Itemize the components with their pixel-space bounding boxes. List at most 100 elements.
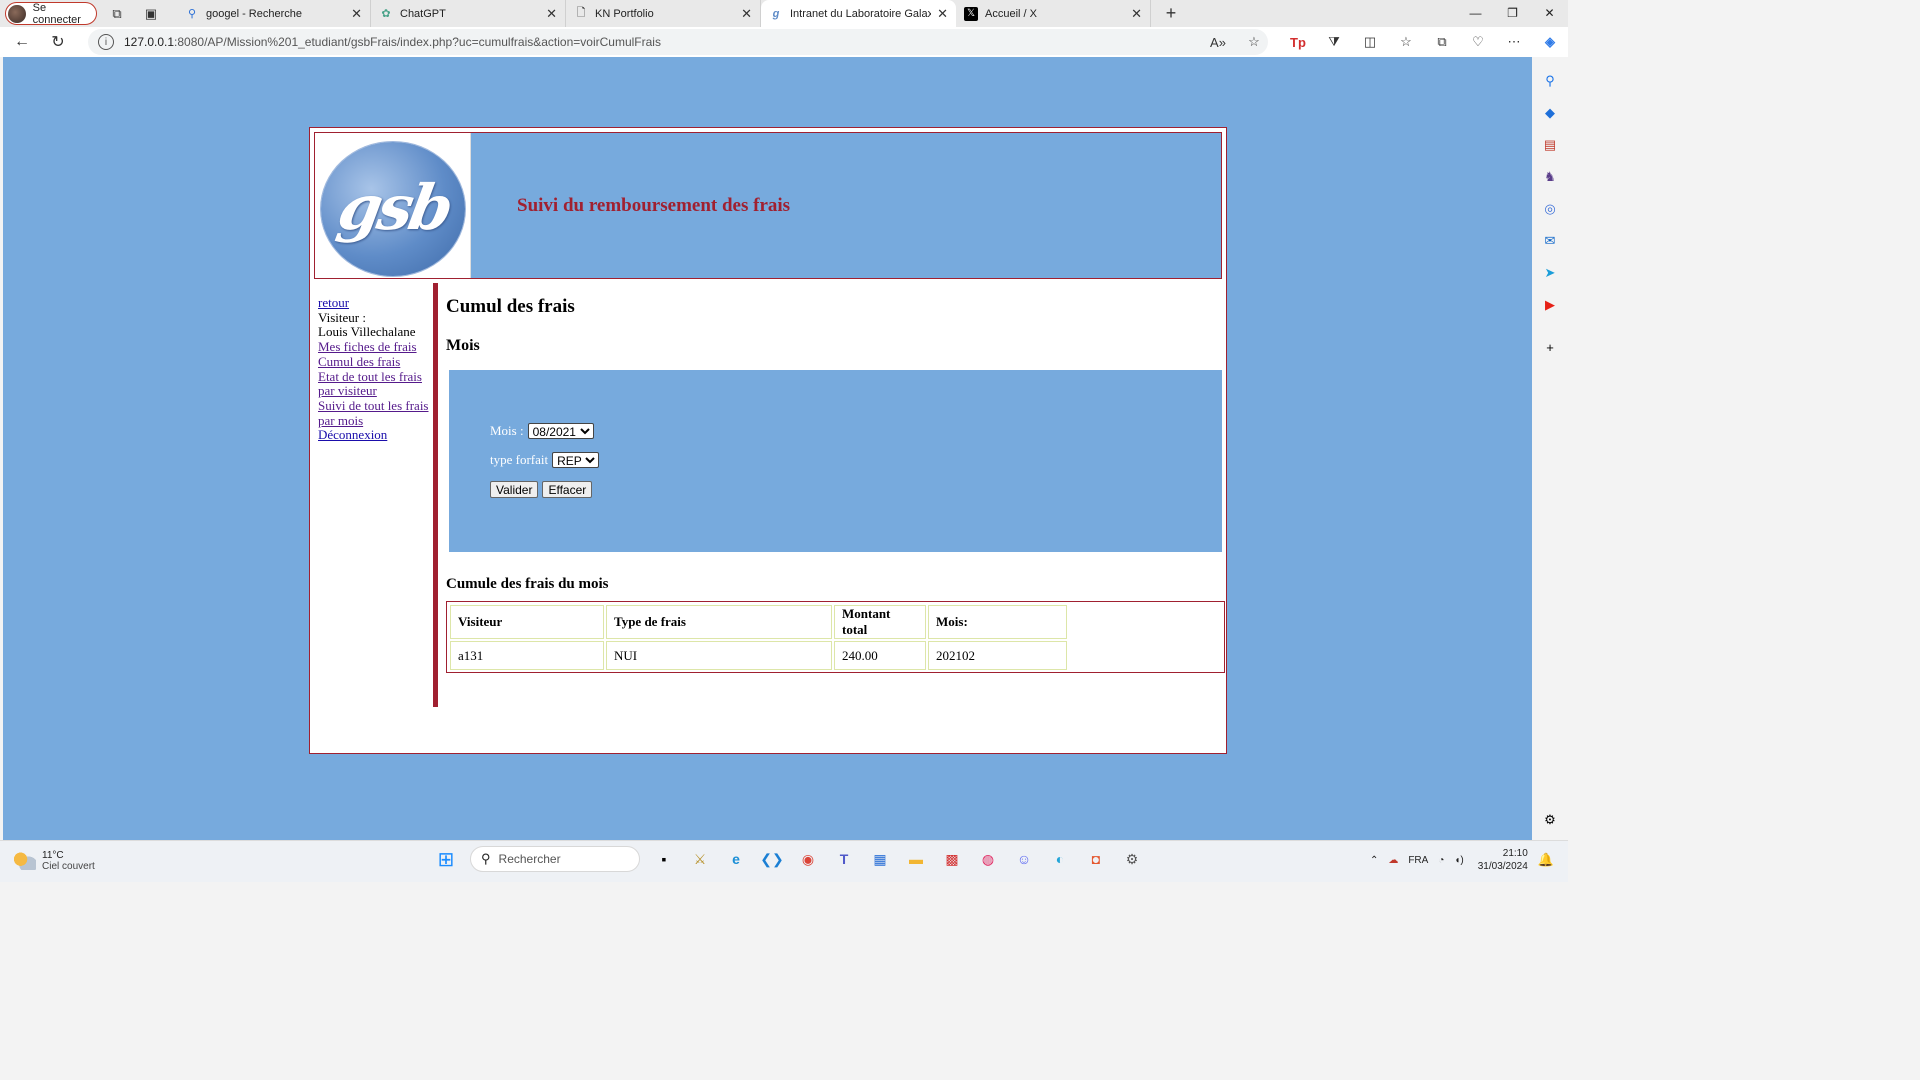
- add-icon[interactable]: +: [1540, 337, 1560, 357]
- close-icon[interactable]: ✕: [351, 6, 362, 22]
- back-icon[interactable]: ←: [4, 33, 40, 51]
- close-icon[interactable]: ✕: [937, 6, 948, 22]
- tab-actions-icon[interactable]: ▣: [137, 3, 165, 25]
- clock[interactable]: 21:10 31/03/2024: [1478, 847, 1528, 873]
- profile-button[interactable]: Se connecter: [5, 1, 97, 26]
- clock-date: 31/03/2024: [1477, 861, 1528, 872]
- valider-button[interactable]: Valider: [490, 481, 539, 498]
- language-indicator[interactable]: FRA: [1408, 855, 1428, 866]
- tab-x[interactable]: 𝕏 Accueil / X ✕: [956, 0, 1151, 27]
- close-icon[interactable]: ✕: [546, 6, 557, 22]
- mois-select[interactable]: 08/2021: [527, 423, 594, 439]
- tab-title: KN Portfolio: [595, 7, 654, 20]
- tab-googel[interactable]: ⚲ googel - Recherche ✕: [177, 0, 371, 27]
- workspaces-icon[interactable]: ⧉: [103, 3, 131, 25]
- extension-tp-icon[interactable]: Tp: [1280, 35, 1316, 50]
- menu-retour-link[interactable]: retour: [318, 295, 436, 311]
- notification-bell-icon[interactable]: 🔔: [1538, 852, 1554, 868]
- restore-icon[interactable]: ❐: [1494, 0, 1531, 27]
- filter-form: Mois : 08/2021 type forfait REP Valider …: [449, 370, 1222, 552]
- read-aloud-icon[interactable]: A»: [1200, 35, 1236, 50]
- vscode-icon[interactable]: ❮❯: [758, 845, 786, 873]
- task-view-icon[interactable]: ▪: [650, 845, 678, 873]
- menu-etat-link-line2[interactable]: par visiteur: [318, 384, 436, 399]
- volume-icon[interactable]: ◖): [1454, 855, 1463, 866]
- opera-gx-icon[interactable]: ◍: [974, 845, 1002, 873]
- window-controls: — ❐ ✕: [1457, 0, 1568, 27]
- menu-deconnexion-link[interactable]: Déconnexion: [318, 428, 436, 443]
- store-icon[interactable]: ▦: [866, 845, 894, 873]
- reload-icon[interactable]: ↻: [40, 32, 76, 52]
- menu-mes-fiches-link[interactable]: Mes fiches de frais: [318, 339, 436, 355]
- tab-intranet[interactable]: g Intranet du Laboratoire Galaxy-S ✕: [761, 0, 956, 27]
- games-icon[interactable]: ♞: [1540, 167, 1560, 187]
- close-window-icon[interactable]: ✕: [1531, 0, 1568, 27]
- col-mois: Mois:: [928, 605, 1067, 639]
- web-viewport: gsb Suivi du remboursement des frais ret…: [3, 57, 1532, 840]
- browser-essentials-icon[interactable]: ♡: [1460, 34, 1496, 50]
- tools-icon[interactable]: ▤: [1540, 135, 1560, 155]
- tab-chatgpt[interactable]: ✿ ChatGPT ✕: [371, 0, 566, 27]
- menu-etat-link-line1[interactable]: Etat de tout les frais: [318, 369, 436, 385]
- weather-widget[interactable]: 11°C Ciel couvert: [14, 850, 95, 872]
- type-forfait-row: type forfait REP: [490, 452, 600, 468]
- file-explorer-icon[interactable]: ▬: [902, 845, 930, 873]
- menu-cumul-link[interactable]: Cumul des frais: [318, 354, 436, 370]
- microsoft365-icon[interactable]: ◎: [1540, 199, 1560, 219]
- copilot-icon[interactable]: ◈: [1532, 34, 1568, 50]
- profile-label: Se connecter: [32, 1, 81, 26]
- extensions-icon[interactable]: ⧩: [1316, 34, 1352, 50]
- clock-time: 21:10: [1502, 848, 1528, 859]
- tab-kn-portfolio[interactable]: 🗋 KN Portfolio ✕: [566, 0, 761, 27]
- search-icon: ⚲: [481, 851, 491, 866]
- office-icon[interactable]: ◘: [1082, 845, 1110, 873]
- teams-icon[interactable]: T: [830, 845, 858, 873]
- section-cumul-heading: Cumule des frais du mois: [446, 576, 609, 592]
- close-icon[interactable]: ✕: [741, 6, 752, 22]
- youtube-icon[interactable]: ▶: [1540, 295, 1560, 315]
- favorite-star-icon[interactable]: ☆: [1236, 34, 1272, 50]
- collections-icon[interactable]: ⧉: [1424, 34, 1460, 50]
- tab-title: ChatGPT: [400, 7, 446, 20]
- taskbar-search-placeholder: Rechercher: [498, 852, 561, 866]
- shopping-icon[interactable]: ◆: [1540, 103, 1560, 123]
- address-bar: ← ↻ i 127.0.0.1:8080/AP/Mission%201_etud…: [0, 27, 1568, 57]
- taskbar-search[interactable]: ⚲ Rechercher: [470, 846, 640, 872]
- menu-suivi-link-line1[interactable]: Suivi de tout les frais: [318, 398, 436, 414]
- chevron-up-icon[interactable]: ⌃: [1370, 855, 1378, 866]
- taskbar-apps: ⊞ ⚲ Rechercher ▪ ⚔ e ❮❯ ◉ T ▦ ▬ ▩ ◍ ☺ ◐ …: [428, 845, 1150, 873]
- site-info-icon[interactable]: i: [98, 34, 114, 50]
- cumul-table-frame: Visiteur Type de frais Montant total Moi…: [446, 601, 1225, 673]
- app-icon[interactable]: ◐: [1046, 845, 1074, 873]
- col-type-frais: Type de frais: [606, 605, 832, 639]
- settings-icon[interactable]: ⚙: [1540, 810, 1560, 830]
- settings-icon[interactable]: ⚙: [1118, 845, 1146, 873]
- drop-icon[interactable]: ➤: [1540, 263, 1560, 283]
- side-menu: retour Visiteur : Louis Villechalane Mes…: [318, 295, 436, 443]
- windows-start-icon[interactable]: ⊞: [432, 845, 460, 873]
- outlook-icon[interactable]: ✉: [1540, 231, 1560, 251]
- col-visiteur: Visiteur: [450, 605, 604, 639]
- league-icon[interactable]: ⚔: [686, 845, 714, 873]
- onedrive-icon[interactable]: ☁: [1388, 855, 1398, 866]
- favorites-icon[interactable]: ☆: [1388, 34, 1424, 50]
- gift-icon[interactable]: ▩: [938, 845, 966, 873]
- search-icon[interactable]: ⚲: [1540, 71, 1560, 91]
- minimize-icon[interactable]: —: [1457, 0, 1494, 27]
- wifi-icon[interactable]: ◔: [1438, 855, 1444, 866]
- new-tab-button[interactable]: +: [1157, 3, 1185, 24]
- logo-text: gsb: [332, 171, 456, 244]
- url-field[interactable]: i 127.0.0.1:8080/AP/Mission%201_etudiant…: [88, 29, 1268, 55]
- type-forfait-select[interactable]: REP: [552, 452, 600, 468]
- x-icon: 𝕏: [964, 6, 978, 21]
- split-screen-icon[interactable]: ◫: [1352, 34, 1388, 50]
- edge-icon[interactable]: e: [722, 845, 750, 873]
- weather-icon: [14, 852, 36, 870]
- menu-suivi-link-line2[interactable]: par mois: [318, 413, 436, 429]
- discord-icon[interactable]: ☺: [1010, 845, 1038, 873]
- chrome-icon[interactable]: ◉: [794, 845, 822, 873]
- taskbar: 11°C Ciel couvert ⊞ ⚲ Rechercher ▪ ⚔ e ❮…: [0, 840, 1568, 882]
- more-menu-icon[interactable]: ⋯: [1496, 34, 1532, 50]
- close-icon[interactable]: ✕: [1131, 6, 1142, 22]
- effacer-button[interactable]: Effacer: [542, 481, 593, 498]
